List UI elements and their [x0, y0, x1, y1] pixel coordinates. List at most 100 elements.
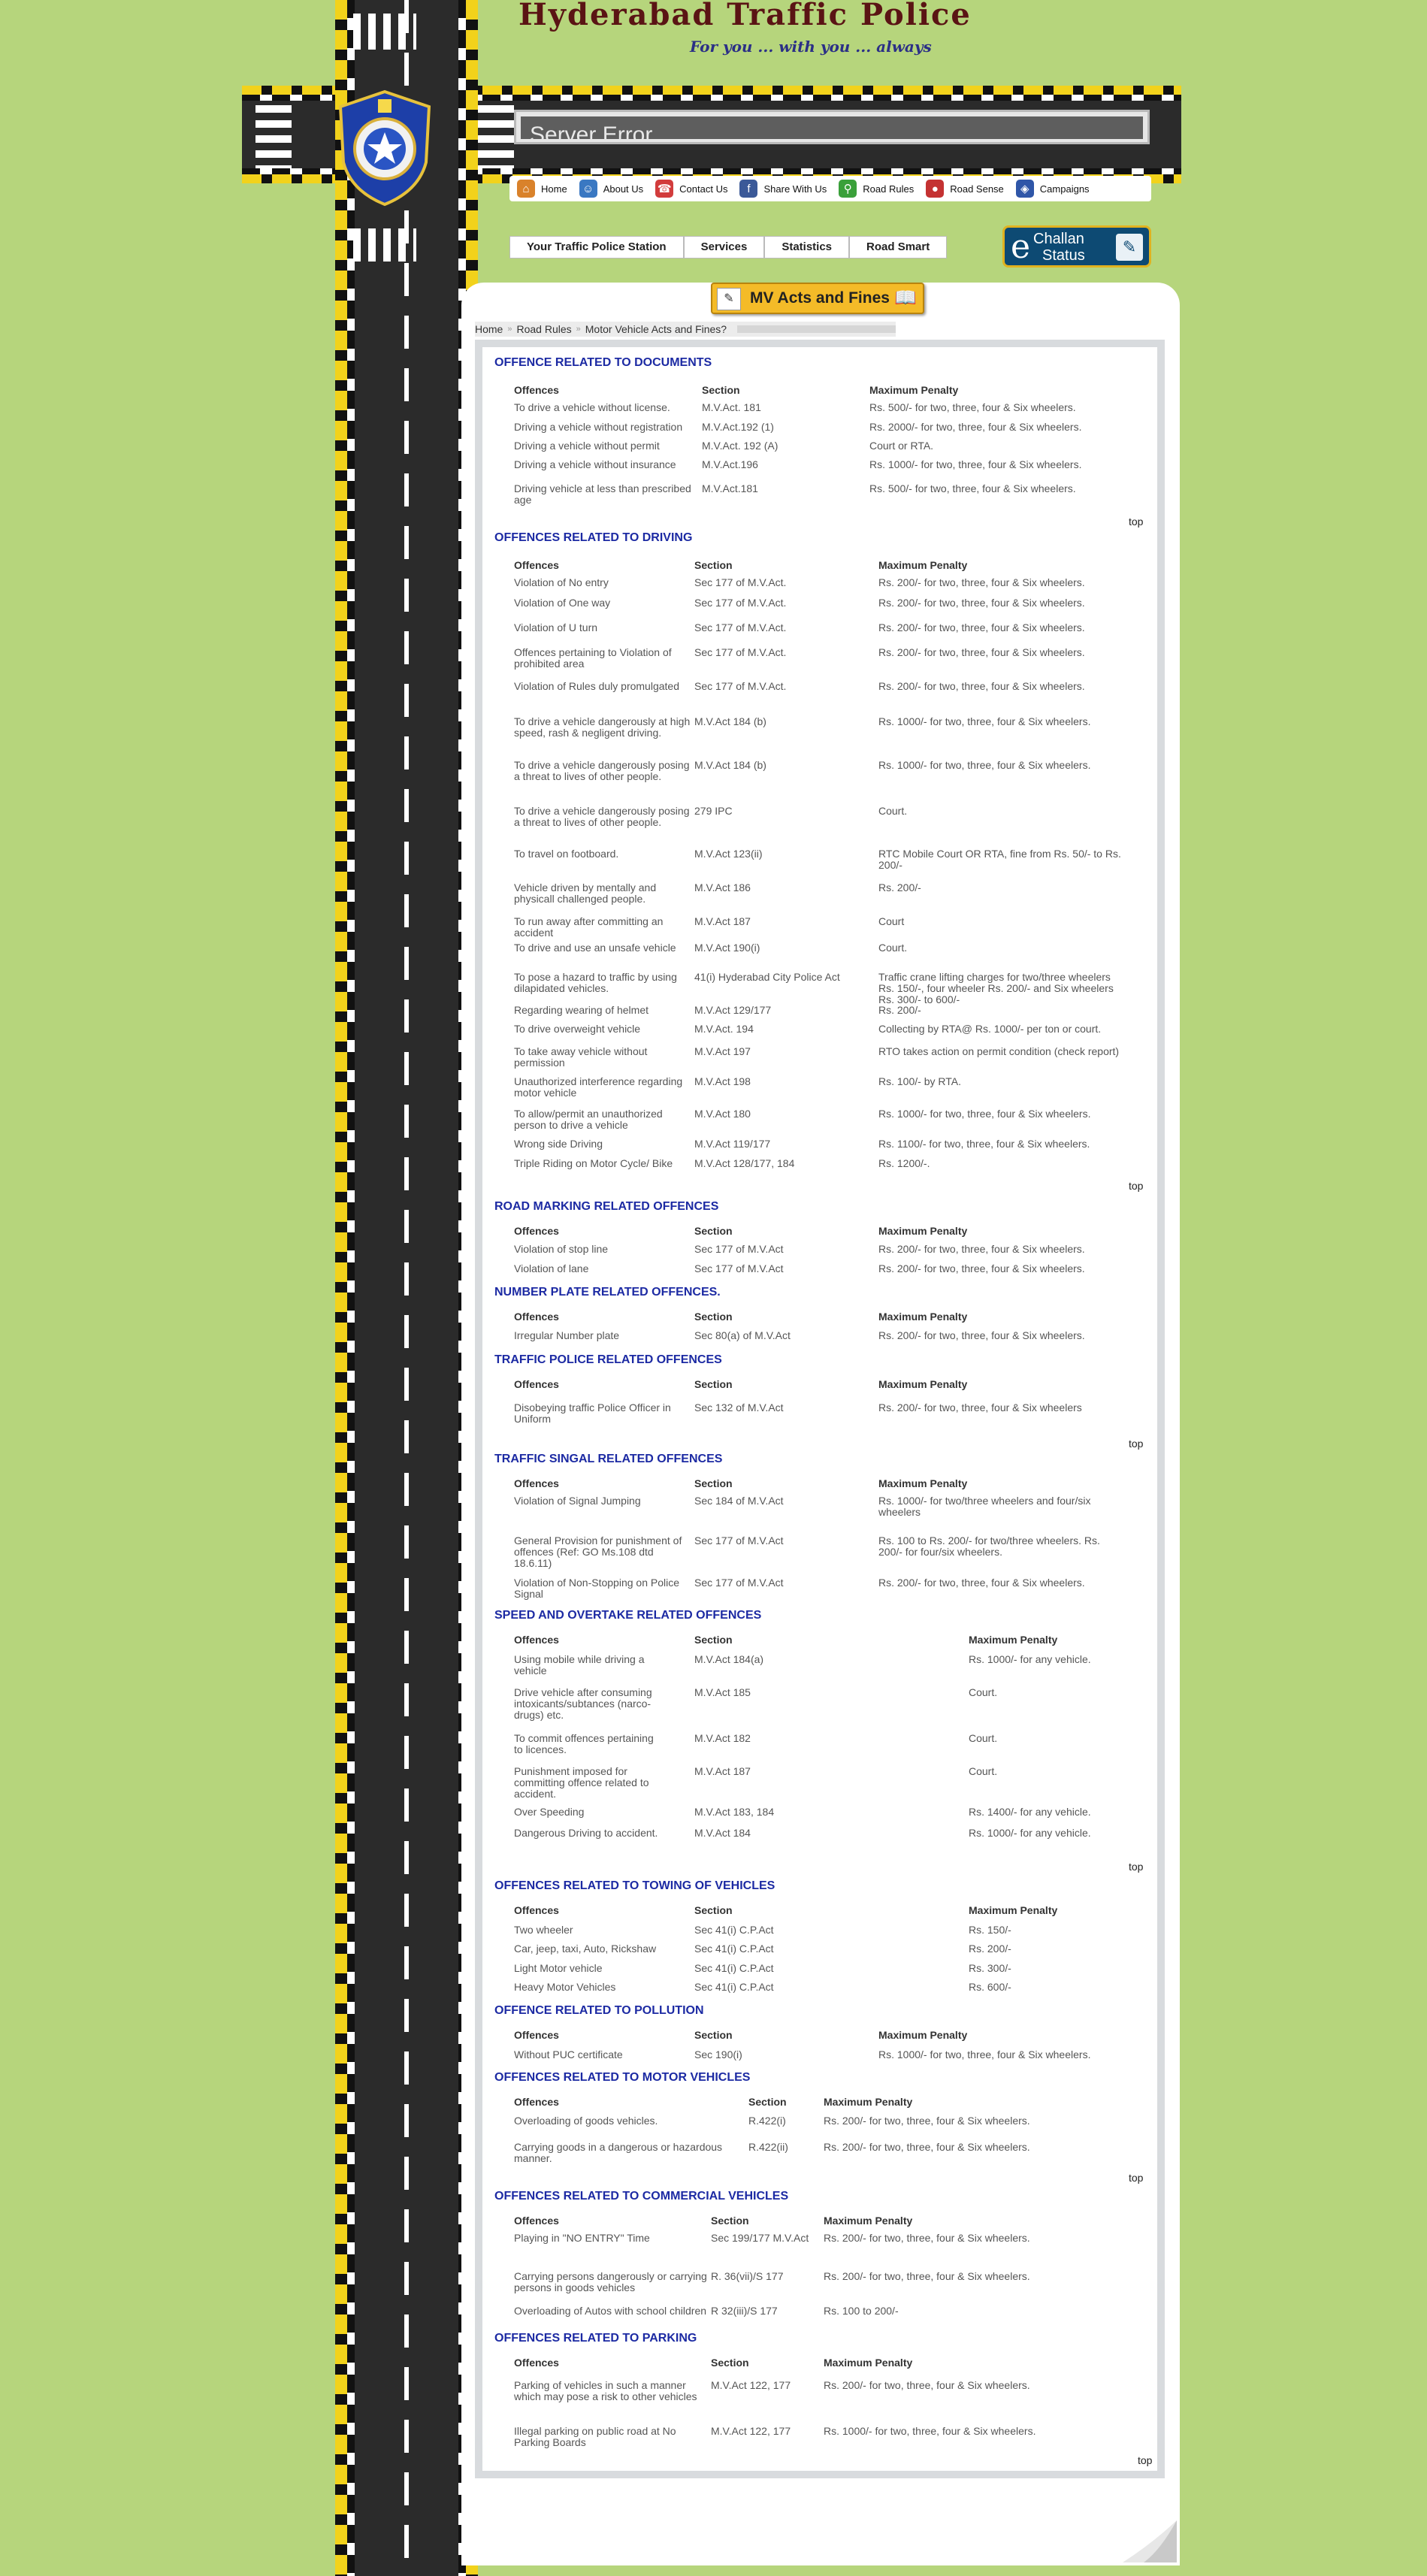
offence-cell: Illegal parking on public road at No Par…: [514, 2425, 676, 2448]
tab-services[interactable]: Services: [683, 236, 765, 259]
section-cell: Sec 177 of M.V.Act.: [694, 621, 787, 633]
penalty-cell: Rs. 1000/- for any vehicle.: [969, 1653, 1091, 1665]
offence-cell: General Provision for punishment of offe…: [514, 1534, 682, 1569]
section-cell: M.V.Act.196: [702, 458, 758, 470]
section-cell: M.V.Act 129/177: [694, 1004, 772, 1016]
penalty-cell: Rs. 600/-: [969, 1981, 1011, 1993]
breadcrumb-home[interactable]: Home: [475, 323, 503, 335]
penalty-cell: Rs. 200/- for two, three, four & Six whe…: [824, 2141, 1030, 2153]
nav-about-us[interactable]: ☺ About Us: [579, 180, 643, 198]
penalty-cell: Rs. 200/- for two, three, four & Six whe…: [878, 1577, 1085, 1589]
breadcrumb-road-rules[interactable]: Road Rules: [516, 323, 571, 335]
section-cell: Sec 190(i): [694, 2048, 742, 2060]
offence-cell: To drive overweight vehicle: [514, 1023, 641, 1035]
pencil-icon: ✎: [1116, 234, 1143, 261]
column-header: Section: [694, 1634, 733, 1646]
nav-contact-us[interactable]: ☎ Contact Us: [655, 180, 727, 198]
column-header: Section: [702, 384, 740, 396]
column-header: Maximum Penalty: [824, 2215, 913, 2227]
phone-icon: ☎: [655, 180, 674, 198]
column-header: Maximum Penalty: [878, 1225, 968, 1237]
offence-cell: Punishment imposed for committing offenc…: [514, 1765, 649, 1800]
nav-label: Home: [541, 183, 567, 195]
page-curl-icon: [1123, 2520, 1177, 2562]
tab-your-traffic-police-station[interactable]: Your Traffic Police Station: [509, 236, 684, 259]
section-cell: R.422(ii): [748, 2141, 788, 2153]
section-cell: M.V.Act 190(i): [694, 942, 760, 954]
column-header: Section: [694, 1378, 733, 1390]
section-title: OFFENCES RELATED TO COMMERCIAL VEHICLES: [494, 2190, 789, 2203]
section-cell: M.V.Act 180: [694, 1108, 751, 1120]
server-error-box: Server Error: [514, 110, 1150, 144]
offence-cell: Disobeying traffic Police Officer in Uni…: [514, 1401, 671, 1425]
section-cell: M.V.Act. 194: [694, 1023, 754, 1035]
zebra-crossing-top: [353, 14, 416, 50]
section-cell: M.V.Act 184 (b): [694, 759, 766, 771]
top-link[interactable]: top: [1129, 2172, 1143, 2184]
echallan-status-button[interactable]: e Challan Status ✎: [1002, 225, 1151, 268]
megaphone-icon: ◈: [1015, 180, 1034, 198]
section-cell: Sec 177 of M.V.Act.: [694, 597, 787, 609]
penalty-cell: Rs. 100/- by RTA.: [878, 1075, 961, 1087]
section-cell: Sec 177 of M.V.Act: [694, 1577, 784, 1589]
section-cell: Sec 177 of M.V.Act: [694, 1243, 784, 1255]
section-title: OFFENCES RELATED TO PARKING: [494, 2332, 697, 2345]
penalty-cell: Rs. 200/- for two, three, four & Six whe…: [878, 1401, 1082, 1413]
offence-cell: Playing in "NO ENTRY" Time: [514, 2232, 650, 2244]
book-icon: 📖: [894, 288, 917, 308]
offence-cell: To run away after committing an accident: [514, 915, 664, 939]
offence-cell: Overloading of goods vehicles.: [514, 2115, 658, 2127]
offence-cell: Violation of Non-Stopping on Police Sign…: [514, 1577, 680, 1600]
nav-share-with-us[interactable]: f Share With Us: [739, 180, 827, 198]
column-header: Offences: [514, 2357, 559, 2369]
column-header: Section: [711, 2215, 749, 2227]
top-link[interactable]: top: [1129, 1180, 1143, 1192]
nav-campaigns[interactable]: ◈ Campaigns: [1015, 180, 1090, 198]
section-cell: R 32(iii)/S 177: [711, 2305, 778, 2317]
traffic-police-badge-logo: [338, 89, 431, 207]
column-header: Maximum Penalty: [824, 2357, 913, 2369]
section-cell: M.V.Act 198: [694, 1075, 751, 1087]
nav-label: Road Sense: [950, 183, 1004, 195]
column-header: Maximum Penalty: [878, 1311, 968, 1323]
echallan-label-line2: Status: [1042, 247, 1085, 264]
column-header: Offences: [514, 1311, 559, 1323]
tab-statistics[interactable]: Statistics: [764, 236, 850, 259]
top-link[interactable]: top: [1129, 516, 1143, 528]
nav-road-sense[interactable]: ● Road Sense: [926, 180, 1004, 198]
penalty-cell: Rs. 200/- for two, three, four & Six whe…: [824, 2379, 1030, 2391]
penalty-cell: Rs. 200/- for two, three, four & Six whe…: [878, 680, 1085, 692]
top-link[interactable]: top: [1129, 1438, 1143, 1450]
offence-cell: Without PUC certificate: [514, 2048, 623, 2060]
top-link[interactable]: top: [1129, 1861, 1143, 1873]
nav-road-rules[interactable]: ⚲ Road Rules: [839, 180, 914, 198]
penalty-cell: Rs. 1400/- for any vehicle.: [969, 1806, 1091, 1818]
offence-cell: Violation of No entry: [514, 576, 609, 588]
home-icon: ⌂: [517, 180, 535, 198]
offence-cell: Offences pertaining to Violation of proh…: [514, 646, 672, 670]
offence-cell: Light Motor vehicle: [514, 1962, 603, 1974]
offence-cell: Carrying goods in a dangerous or hazardo…: [514, 2141, 723, 2164]
offence-cell: Vehicle driven by mentally and physicall…: [514, 881, 657, 905]
section-cell: M.V.Act 187: [694, 915, 751, 927]
penalty-cell: Rs. 1100/- for two, three, four & Six wh…: [878, 1138, 1090, 1150]
column-header: Offences: [514, 1225, 559, 1237]
penalty-cell: Rs. 500/- for two, three, four & Six whe…: [869, 401, 1076, 413]
nav-label: Contact Us: [679, 183, 728, 195]
penalty-cell: Rs. 1200/-.: [878, 1157, 930, 1169]
penalty-cell: Rs. 1000/- for two, three, four & Six wh…: [878, 1108, 1091, 1120]
top-link[interactable]: top: [1138, 2454, 1152, 2466]
section-cell: Sec 41(i) C.P.Act: [694, 1981, 774, 1993]
site-title: Hyderabad Traffic Police: [518, 0, 972, 32]
tab-road-smart[interactable]: Road Smart: [849, 236, 948, 259]
offence-cell: Using mobile while driving a vehicle: [514, 1653, 645, 1677]
section-cell: R. 36(vii)/S 177: [711, 2270, 784, 2282]
offence-cell: Dangerous Driving to accident.: [514, 1827, 658, 1839]
offence-cell: Two wheeler: [514, 1924, 573, 1936]
penalty-cell: Rs. 200/- for two, three, four & Six whe…: [878, 1262, 1085, 1274]
nav-home[interactable]: ⌂ Home: [517, 180, 567, 198]
section-cell: Sec 177 of M.V.Act: [694, 1262, 784, 1274]
penalty-cell: Rs. 1000/- for two, three, four & Six wh…: [869, 458, 1082, 470]
vertical-road-graphic: [335, 0, 478, 2576]
section-cell: M.V.Act 128/177, 184: [694, 1157, 795, 1169]
